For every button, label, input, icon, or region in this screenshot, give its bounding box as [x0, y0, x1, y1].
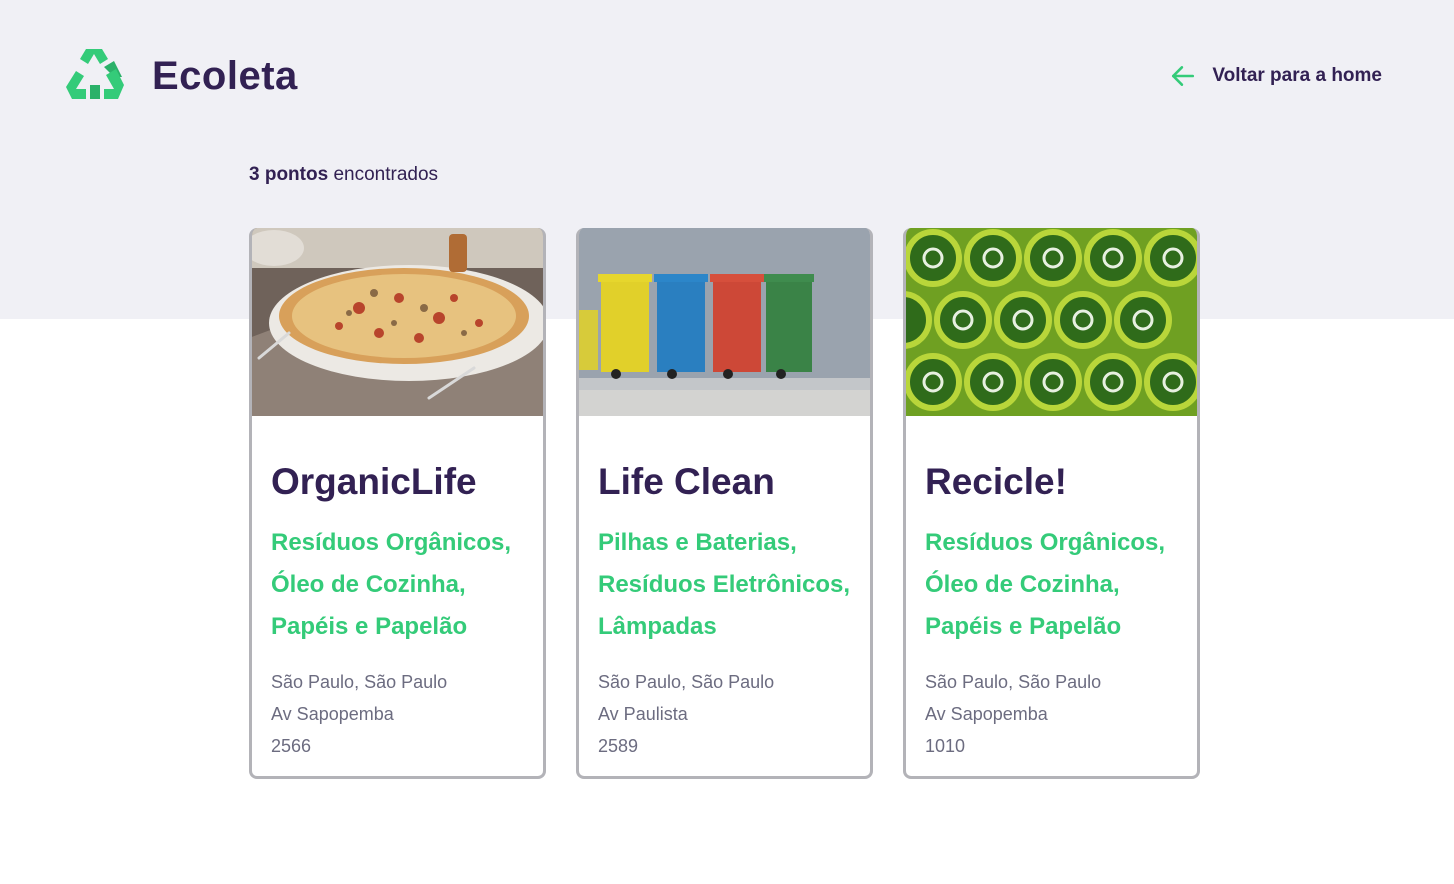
point-number: 2566	[271, 736, 312, 756]
point-address: São Paulo, São Paulo Av Paulista 2589	[598, 666, 870, 762]
recycle-icon	[66, 49, 124, 99]
point-name: Life Clean	[598, 461, 775, 502]
point-name: OrganicLife	[271, 461, 477, 502]
bins-photo	[579, 228, 870, 416]
point-address: São Paulo, São Paulo Av Sapopemba 1010	[925, 666, 1197, 762]
point-street: Av Paulista	[598, 704, 688, 724]
point-number: 2589	[598, 736, 639, 756]
bottles-photo	[906, 228, 1197, 416]
point-item: Óleo de Cozinha,	[271, 571, 466, 598]
point-card[interactable]: Life Clean Pilhas e Baterias, Resíduos E…	[576, 228, 873, 779]
points-count: 3 pontos encontrados	[249, 164, 438, 186]
point-number: 1010	[925, 736, 966, 756]
point-item: Papéis e Papelão	[925, 613, 1122, 640]
brand[interactable]: Ecoleta	[64, 47, 298, 105]
point-item: Óleo de Cozinha,	[925, 571, 1120, 598]
point-item: Pilhas e Baterias,	[598, 529, 797, 556]
point-item: Lâmpadas	[598, 613, 717, 640]
point-street: Av Sapopemba	[925, 704, 1048, 724]
point-item: Resíduos Orgânicos,	[271, 529, 512, 556]
point-street: Av Sapopemba	[271, 704, 394, 724]
points-count-suffix: encontrados	[328, 164, 439, 185]
pizza-photo	[252, 228, 543, 416]
point-address: São Paulo, São Paulo Av Sapopemba 2566	[271, 666, 543, 762]
point-city: São Paulo, São Paulo	[925, 672, 1102, 692]
brand-name: Ecoleta	[152, 53, 298, 98]
points-list: OrganicLife Resíduos Orgânicos, Óleo de …	[249, 228, 1200, 779]
point-item: Papéis e Papelão	[271, 613, 468, 640]
back-home-label: Voltar para a home	[1212, 65, 1382, 86]
back-home-link[interactable]: Voltar para a home	[1170, 63, 1382, 89]
point-city: São Paulo, São Paulo	[271, 672, 448, 692]
points-count-number: 3 pontos	[249, 164, 329, 185]
point-items: Pilhas e Baterias, Resíduos Eletrônicos,…	[598, 522, 870, 648]
arrow-left-icon	[1172, 66, 1195, 86]
point-card[interactable]: Recicle! Resíduos Orgânicos, Óleo de Coz…	[903, 228, 1200, 779]
page-header: Ecoleta Voltar para a home	[64, 44, 1382, 108]
point-items: Resíduos Orgânicos, Óleo de Cozinha, Pap…	[271, 522, 543, 648]
point-item: Resíduos Orgânicos,	[925, 529, 1166, 556]
point-card[interactable]: OrganicLife Resíduos Orgânicos, Óleo de …	[249, 228, 546, 779]
point-city: São Paulo, São Paulo	[598, 672, 775, 692]
point-items: Resíduos Orgânicos, Óleo de Cozinha, Pap…	[925, 522, 1197, 648]
point-name: Recicle!	[925, 461, 1067, 502]
point-item: Resíduos Eletrônicos,	[598, 571, 851, 598]
